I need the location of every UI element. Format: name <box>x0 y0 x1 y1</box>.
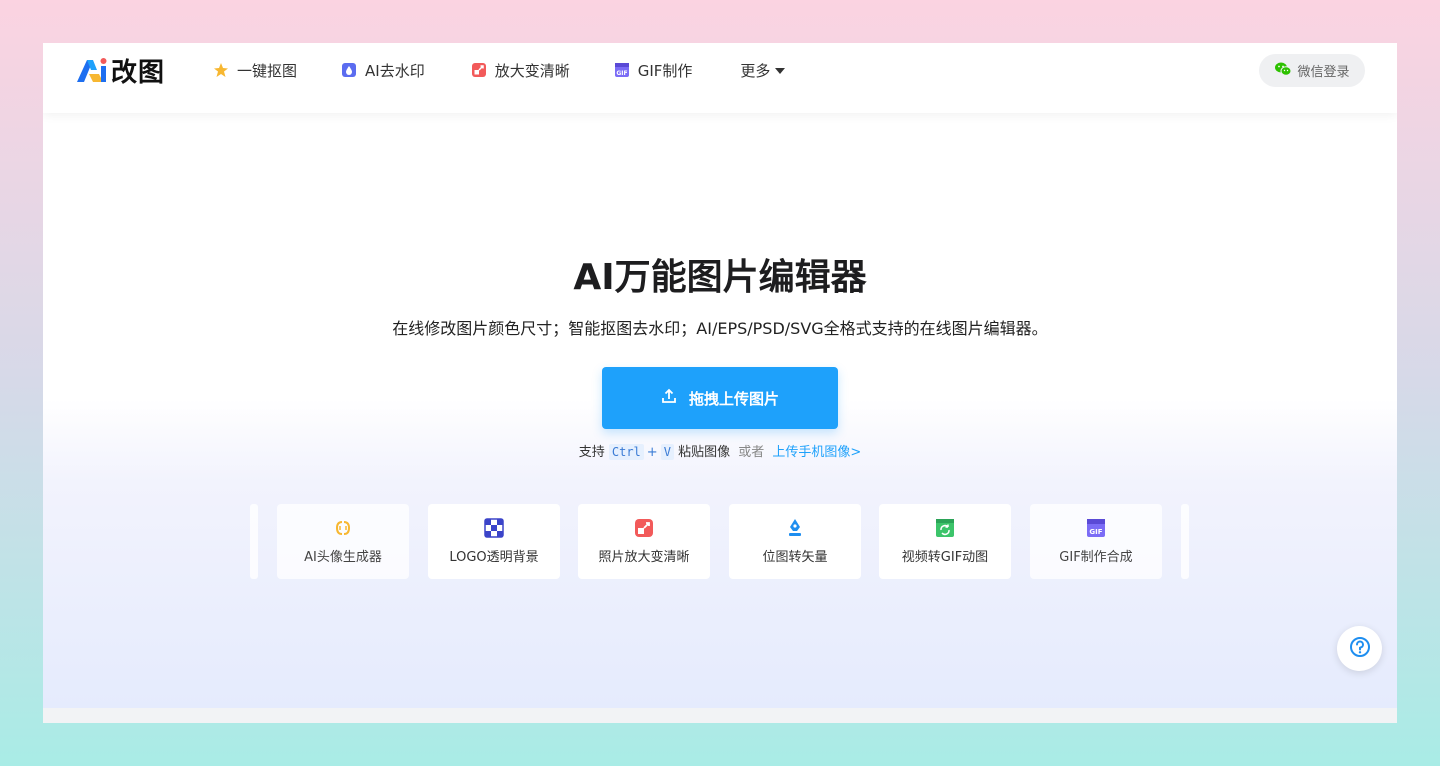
tool-label: AI头像生成器 <box>304 550 382 565</box>
nav-item-cutout[interactable]: 一键抠图 <box>213 60 297 81</box>
nav-label: AI去水印 <box>365 61 425 80</box>
tool-card-gif-maker[interactable]: GIF GIF制作合成 <box>1030 504 1162 579</box>
nav-label: 放大变清晰 <box>494 61 570 80</box>
top-navbar: 改图 一键抠图 AI去水印 放大变清晰 GIF GIF制作 更多 微信登录 <box>43 43 1397 113</box>
transparent-grid-icon <box>484 518 504 538</box>
tool-label: 照片放大变清晰 <box>598 550 690 565</box>
tool-label: 位图转矢量 <box>762 550 828 565</box>
ai-avatar-icon <box>333 518 353 538</box>
paste-hint: 支持 Ctrl + V 粘贴图像 或者 上传手机图像> <box>43 441 1397 460</box>
enlarge-icon <box>471 62 487 78</box>
carousel-next-edge <box>1181 504 1189 579</box>
carousel-prev-edge <box>250 504 258 579</box>
app-window: 改图 一键抠图 AI去水印 放大变清晰 GIF GIF制作 更多 微信登录 AI… <box>43 43 1397 723</box>
nav-label: GIF制作 <box>637 61 693 80</box>
nav-label: 一键抠图 <box>237 61 298 80</box>
video-convert-icon <box>935 518 955 538</box>
paste-suffix: 粘贴图像 <box>678 445 731 460</box>
tool-label: 视频转GIF动图 <box>901 550 989 565</box>
tool-card-photo-enlarge[interactable]: 照片放大变清晰 <box>578 504 710 579</box>
svg-text:GIF: GIF <box>1089 528 1102 536</box>
upload-icon <box>661 388 683 408</box>
wechat-icon <box>1274 61 1292 81</box>
nav-item-more[interactable]: 更多 <box>740 60 786 81</box>
watermark-icon <box>341 62 357 78</box>
tool-card-logo-transparent[interactable]: LOGO透明背景 <box>428 504 560 579</box>
logo-text: 改图 <box>111 57 166 88</box>
nav-item-watermark[interactable]: AI去水印 <box>341 60 425 81</box>
wechat-login-button[interactable]: 微信登录 <box>1259 54 1365 87</box>
upload-image-button[interactable]: 拖拽上传图片 <box>602 367 838 429</box>
login-label: 微信登录 <box>1297 65 1350 80</box>
main-nav: 一键抠图 AI去水印 放大变清晰 GIF GIF制作 更多 <box>213 43 786 97</box>
paste-prefix: 支持 <box>578 445 605 460</box>
pen-nib-icon <box>785 518 805 538</box>
logo-ai-mark-icon <box>75 56 111 84</box>
svg-text:GIF: GIF <box>616 70 627 77</box>
page-subtitle: 在线修改图片颜色尺寸；智能抠图去水印；AI/EPS/PSD/SVG全格式支持的在… <box>392 319 1048 338</box>
enlarge-icon <box>634 518 654 538</box>
nav-item-enlarge[interactable]: 放大变清晰 <box>471 60 570 81</box>
key-ctrl: Ctrl <box>608 444 644 460</box>
or-text: 或者 <box>738 445 765 460</box>
nav-item-gif[interactable]: GIF GIF制作 <box>614 60 693 81</box>
footer-strip <box>43 708 1397 723</box>
gif-icon: GIF <box>614 62 630 78</box>
magic-star-icon <box>213 62 229 78</box>
site-logo[interactable]: 改图 <box>75 55 165 88</box>
tool-carousel: AI头像生成器 LOGO透明背景 照片放大变清晰 位图转矢量 视频转GIF动图 … <box>250 504 1190 579</box>
tool-card-ai-avatar[interactable]: AI头像生成器 <box>277 504 409 579</box>
gif-icon: GIF <box>1086 518 1106 538</box>
page-title: AI万能图片编辑器 <box>573 257 867 298</box>
tool-label: GIF制作合成 <box>1059 550 1133 565</box>
question-circle-icon <box>1349 636 1371 662</box>
tool-card-bitmap-to-vector[interactable]: 位图转矢量 <box>729 504 861 579</box>
caret-down-icon <box>775 61 786 79</box>
nav-label: 更多 <box>740 61 771 80</box>
help-button[interactable] <box>1337 626 1382 671</box>
key-v: V <box>660 444 674 460</box>
key-plus: + <box>646 445 658 460</box>
upload-label: 拖拽上传图片 <box>688 389 779 408</box>
tool-label: LOGO透明背景 <box>449 550 539 565</box>
tool-card-video-to-gif[interactable]: 视频转GIF动图 <box>879 504 1011 579</box>
upload-from-phone-link[interactable]: 上传手机图像> <box>772 445 861 460</box>
